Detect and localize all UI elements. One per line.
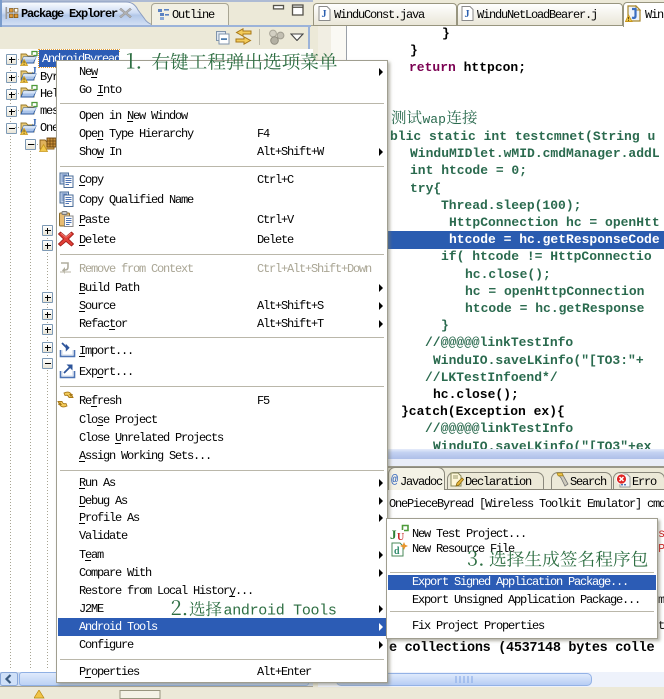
svg-text:wap: wap [423, 112, 446, 127]
svg-text:android Tools: android Tools [224, 603, 337, 620]
